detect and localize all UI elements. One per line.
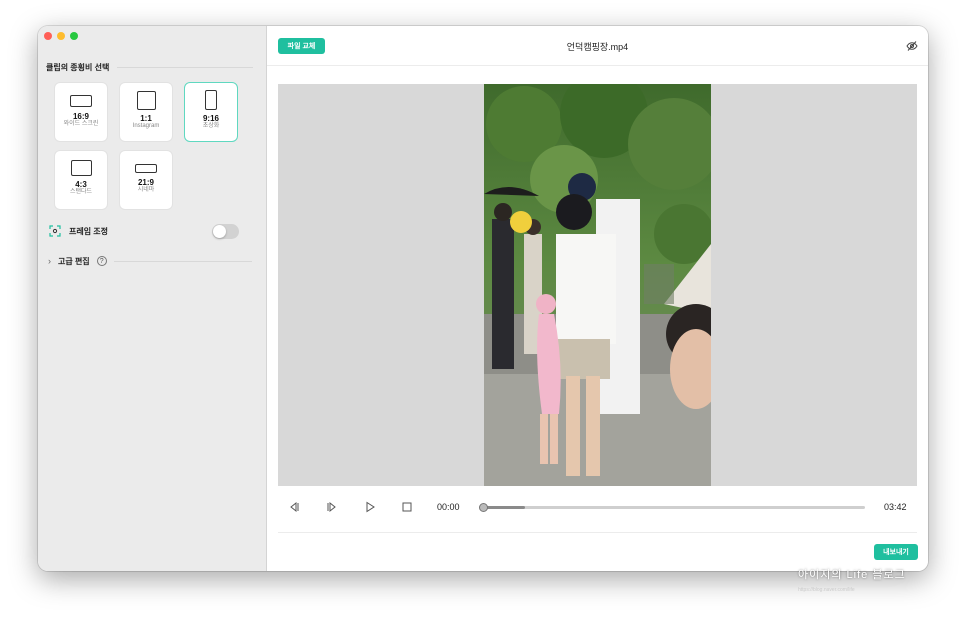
video-preview-area	[278, 84, 917, 486]
square-ratio-icon	[136, 91, 156, 110]
step-back-icon[interactable]	[286, 499, 302, 515]
duration-time: 03:42	[884, 502, 907, 512]
divider	[113, 260, 252, 262]
step-forward-icon[interactable]	[324, 499, 340, 515]
divider	[278, 532, 917, 533]
frame-adjust-label: 프레임 조정	[69, 226, 109, 236]
ratio-label: 21:9	[137, 178, 154, 187]
close-window-button[interactable]	[44, 32, 52, 40]
aspect-ratio-section-title: 클립의 종횡비 선택	[46, 62, 253, 73]
ratio-sublabel: 초상화	[202, 123, 220, 129]
ratio-option-21-9[interactable]: 21:9 시네마	[119, 150, 173, 210]
current-time: 00:00	[437, 502, 460, 512]
frame-adjust-toggle[interactable]	[212, 224, 239, 239]
divider	[117, 67, 253, 68]
ratio-label: 9:16	[202, 114, 219, 123]
help-icon[interactable]: ?	[96, 256, 107, 266]
blog-watermark: 아이지의 Life 블로그 https://blog.naver.com/lif…	[798, 562, 930, 600]
section-title-text: 클립의 종횡비 선택	[46, 63, 110, 72]
scrubber-thumb[interactable]	[479, 503, 488, 512]
ratio-sublabel: Instagram	[132, 123, 160, 129]
video-scene-image	[484, 84, 711, 486]
watermark-subtext: https://blog.naver.com/life	[798, 587, 855, 593]
advanced-edit-row[interactable]: › 고급 편집 ?	[48, 254, 252, 268]
frame-adjust-icon	[49, 225, 61, 237]
frame-adjust-row: 프레임 조정	[49, 223, 239, 239]
ratio-sublabel: 시네마	[137, 187, 155, 193]
ratio-option-16-9[interactable]: 16:9 와이드 스크린	[54, 82, 108, 142]
ratio-option-1-1[interactable]: 1:1 Instagram	[119, 82, 173, 142]
eye-off-icon[interactable]	[906, 40, 918, 52]
ratio-option-4-3[interactable]: 4:3 스탠다드	[54, 150, 108, 210]
ratio-label: 4:3	[75, 180, 87, 189]
top-bar: 파일 교체 언덕캠핑장.mp4	[267, 26, 928, 66]
play-icon[interactable]	[362, 499, 378, 515]
minimize-window-button[interactable]	[57, 32, 65, 40]
standard-ratio-icon	[70, 160, 92, 176]
file-name-title: 언덕캠핑장.mp4	[566, 42, 629, 52]
export-button[interactable]: 내보내기	[874, 544, 918, 560]
cinema-ratio-icon	[135, 164, 157, 173]
buffered-progress	[483, 506, 526, 509]
window-controls	[44, 32, 78, 40]
toggle-knob	[213, 225, 226, 238]
ratio-option-9-16[interactable]: 9:16 초상화	[184, 82, 238, 142]
widescreen-ratio-icon	[70, 95, 92, 107]
ratio-sublabel: 와이드 스크린	[63, 121, 99, 127]
ratio-sublabel: 스탠다드	[69, 189, 93, 195]
advanced-edit-label: 고급 편집	[58, 256, 90, 266]
stop-icon[interactable]	[399, 499, 415, 515]
ratio-label: 16:9	[72, 112, 89, 121]
watermark-text: 아이지의 Life 블로그	[798, 569, 906, 581]
app-window: 클립의 종횡비 선택 16:9 와이드 스크린 1:1 Instagram 9:…	[38, 26, 928, 571]
chevron-right-icon: ›	[48, 256, 51, 266]
ratio-label: 1:1	[140, 114, 152, 123]
main-panel: 파일 교체 언덕캠핑장.mp4 00:00 03:42 내보내기	[267, 26, 928, 571]
maximize-window-button[interactable]	[70, 32, 78, 40]
portrait-ratio-icon	[205, 90, 217, 110]
video-frame	[484, 84, 711, 486]
timeline-scrubber[interactable]	[479, 503, 865, 512]
playback-controls: 00:00 03:42	[278, 496, 917, 520]
sidebar: 클립의 종횡비 선택 16:9 와이드 스크린 1:1 Instagram 9:…	[38, 26, 267, 571]
